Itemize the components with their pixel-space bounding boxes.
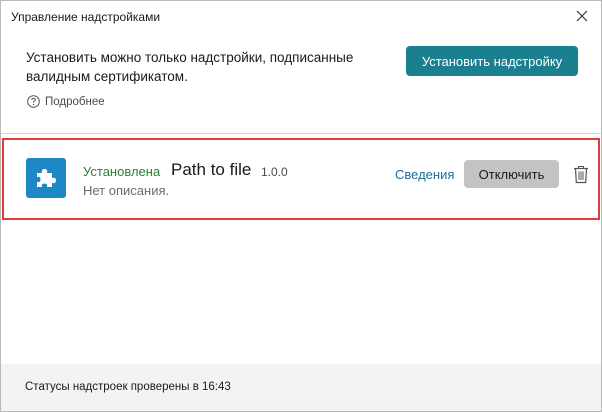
install-addin-button[interactable]: Установить надстройку [406,46,578,76]
status-check-text: Статусы надстроек проверены в 16:43 [25,381,231,393]
footer-status-bar: Статусы надстроек проверены в 16:43 [1,364,601,411]
window-title: Управление надстройками [11,10,161,24]
puzzle-icon [26,158,66,198]
more-info-link[interactable]: Подробнее [27,95,105,108]
signature-notice: Установить можно только надстройки, подп… [26,50,354,84]
close-icon [576,10,588,22]
addin-row[interactable]: Установлена Path to file 1.0.0 Нет описа… [2,138,600,220]
addin-manager-dialog: Управление надстройками Установить можно… [0,0,602,412]
title-bar: Управление надстройками [1,1,601,33]
addin-status: Установлена [83,164,161,179]
close-button[interactable] [571,5,593,27]
more-info-label: Подробнее [45,95,105,108]
header-section: Установить можно только надстройки, подп… [1,33,601,134]
details-link[interactable]: Сведения [395,167,454,182]
help-circle-icon [27,95,40,108]
trash-icon [574,165,588,183]
delete-button[interactable] [571,163,591,185]
disable-button[interactable]: Отключить [464,160,559,188]
addin-name: Path to file [171,160,252,179]
addin-version: 1.0.0 [261,165,288,179]
addin-description: Нет описания. [83,183,170,198]
